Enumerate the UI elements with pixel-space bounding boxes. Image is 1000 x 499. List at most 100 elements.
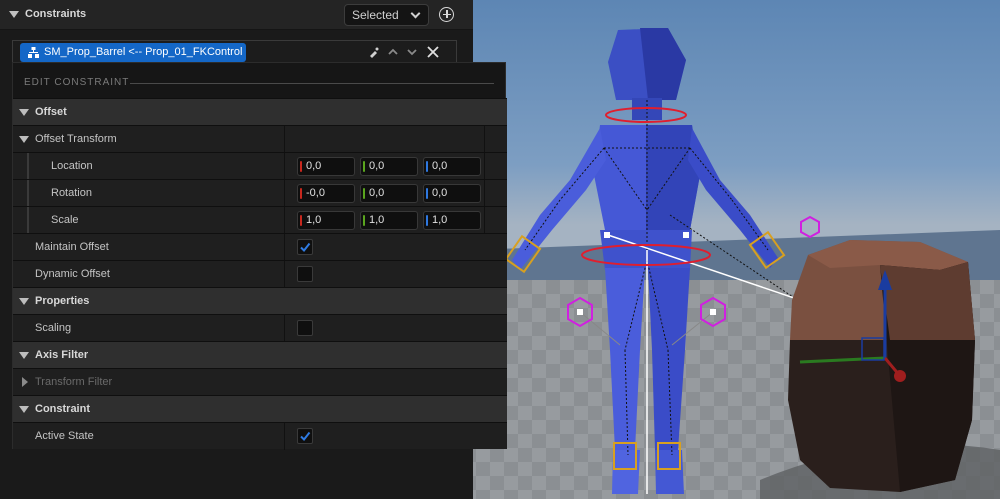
expand-chevron-icon <box>19 298 29 305</box>
category-label: Constraint <box>35 403 90 415</box>
property-label: Offset Transform <box>35 133 117 145</box>
barrel-prop[interactable] <box>788 240 975 492</box>
field-value: 1,0 <box>306 214 322 226</box>
property-label: Rotation <box>51 187 92 199</box>
column-divider <box>284 153 285 180</box>
axis-z-marker <box>426 215 428 226</box>
axis-y-marker <box>363 188 365 199</box>
axis-z-marker <box>426 188 428 199</box>
property-scaling: Scaling <box>13 314 507 342</box>
checkmark-icon <box>300 242 311 253</box>
field-value: 0,0 <box>432 187 448 199</box>
edit-constraint-header: EDIT CONSTRAINT <box>13 63 507 98</box>
close-icon[interactable] <box>427 46 439 58</box>
location-z-field[interactable]: 0,0 <box>423 157 481 176</box>
column-divider <box>284 126 285 153</box>
title-divider <box>130 83 494 84</box>
scale-y-field[interactable]: 1,0 <box>360 211 418 230</box>
constraint-list-item[interactable]: SM_Prop_Barrel <-- Prop_01_FKControl <box>12 40 457 64</box>
edit-constraint-title: EDIT CONSTRAINT <box>24 77 130 88</box>
field-value: 0,0 <box>306 160 322 172</box>
constraint-chip[interactable]: SM_Prop_Barrel <-- Prop_01_FKControl <box>20 43 246 62</box>
collapsed-chevron-icon <box>22 377 28 387</box>
category-offset[interactable]: Offset <box>13 98 507 125</box>
location-y-field[interactable]: 0,0 <box>360 157 418 176</box>
expand-chevron-icon <box>19 406 29 413</box>
column-divider <box>284 180 285 207</box>
column-divider <box>484 207 485 234</box>
constraint-filter-dropdown[interactable]: Selected <box>344 4 429 26</box>
property-label: Dynamic Offset <box>35 268 110 280</box>
constraints-title: Constraints <box>25 8 87 20</box>
move-up-icon[interactable] <box>387 46 399 58</box>
property-scale: Scale 1,0 1,0 1,0 <box>13 206 507 234</box>
collapse-chevron-icon[interactable] <box>9 11 19 18</box>
column-divider <box>484 126 485 153</box>
indent-bar <box>27 207 29 234</box>
axis-z-marker <box>426 161 428 172</box>
category-properties[interactable]: Properties <box>13 287 507 314</box>
category-label: Properties <box>35 295 90 307</box>
category-constraint[interactable]: Constraint <box>13 395 507 422</box>
category-axis-filter[interactable]: Axis Filter <box>13 341 507 368</box>
column-divider <box>284 261 285 288</box>
edit-constraint-popup: EDIT CONSTRAINT Offset Offset Transform … <box>12 62 507 450</box>
expand-chevron-icon <box>19 109 29 116</box>
column-divider <box>484 180 485 207</box>
column-divider <box>484 153 485 180</box>
checkmark-icon <box>300 431 311 442</box>
constraint-filter-value: Selected <box>352 8 399 22</box>
property-label: Transform Filter <box>35 376 113 388</box>
category-label: Axis Filter <box>35 349 89 361</box>
maintain-offset-checkbox[interactable] <box>297 239 313 255</box>
axis-x-marker <box>300 215 302 226</box>
property-active-state: Active State <box>13 422 507 450</box>
property-label: Maintain Offset <box>35 241 109 253</box>
field-value: 0,0 <box>369 187 385 199</box>
column-divider <box>284 315 285 342</box>
constraint-chip-label: SM_Prop_Barrel <-- Prop_01_FKControl <box>44 46 243 58</box>
hierarchy-icon <box>28 47 39 58</box>
location-x-field[interactable]: 0,0 <box>297 157 355 176</box>
expand-chevron-icon <box>19 352 29 359</box>
axis-y-marker <box>363 161 365 172</box>
axis-y-marker <box>363 215 365 226</box>
scale-x-field[interactable]: 1,0 <box>297 211 355 230</box>
rotation-y-field[interactable]: 0,0 <box>360 184 418 203</box>
column-divider <box>284 207 285 234</box>
hip-handle-l <box>604 232 610 238</box>
indent-bar <box>27 180 29 207</box>
hip-handle-r <box>683 232 689 238</box>
knee-pole-r-handle <box>710 309 716 315</box>
plus-circle-icon[interactable] <box>439 7 454 22</box>
rotation-z-field[interactable]: 0,0 <box>423 184 481 203</box>
dynamic-offset-checkbox[interactable] <box>297 266 313 282</box>
scale-z-field[interactable]: 1,0 <box>423 211 481 230</box>
property-label: Scale <box>51 214 79 226</box>
move-down-icon[interactable] <box>406 46 418 58</box>
rotation-x-field[interactable]: -0,0 <box>297 184 355 203</box>
axis-x-marker <box>300 188 302 199</box>
property-dynamic-offset: Dynamic Offset <box>13 260 507 288</box>
category-label: Offset <box>35 106 67 118</box>
property-label: Scaling <box>35 322 72 334</box>
property-maintain-offset: Maintain Offset <box>13 233 507 261</box>
property-rotation: Rotation -0,0 0,0 0,0 <box>13 179 507 207</box>
property-location: Location 0,0 0,0 0,0 <box>13 152 507 180</box>
group-transform-filter[interactable]: Transform Filter <box>13 368 507 395</box>
field-value: 0,0 <box>432 160 448 172</box>
knee-pole-l-handle <box>577 309 583 315</box>
expand-chevron-icon <box>19 136 29 143</box>
constraints-header[interactable]: Constraints Selected <box>0 0 473 30</box>
field-value: -0,0 <box>306 187 325 199</box>
field-value: 1,0 <box>432 214 448 226</box>
axis-x-marker <box>300 161 302 172</box>
field-value: 0,0 <box>369 160 385 172</box>
group-offset-transform[interactable]: Offset Transform <box>13 125 507 153</box>
chevron-down-icon <box>410 8 421 19</box>
active-state-checkbox[interactable] <box>297 428 313 444</box>
property-label: Location <box>51 160 93 172</box>
bake-icon[interactable] <box>368 46 380 58</box>
scaling-checkbox[interactable] <box>297 320 313 336</box>
column-divider <box>284 234 285 261</box>
